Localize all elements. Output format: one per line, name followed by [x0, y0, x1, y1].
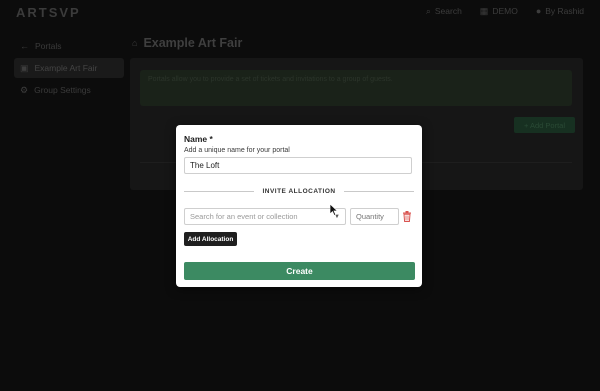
- sidebar-item-group-settings[interactable]: ⚙ Group Settings: [14, 80, 124, 100]
- divider-line: [343, 191, 415, 192]
- building-icon: ⌂: [132, 37, 138, 48]
- grid-icon: ▦: [479, 5, 489, 16]
- create-button[interactable]: Create: [184, 262, 415, 280]
- user-icon: ●: [535, 5, 542, 16]
- page-title-text: Example Art Fair: [143, 36, 243, 50]
- add-allocation-button[interactable]: Add Allocation: [184, 232, 237, 246]
- back-arrow-icon: ←: [20, 40, 29, 51]
- sidebar: ← Portals ▣ Example Art Fair ⚙ Group Set…: [14, 36, 124, 102]
- mouse-cursor-icon: [330, 204, 338, 216]
- create-portal-modal: Name * Add a unique name for your portal…: [176, 125, 422, 287]
- name-help-text: Add a unique name for your portal: [184, 147, 290, 154]
- sidebar-item-label: Portals: [35, 41, 62, 51]
- name-field[interactable]: [184, 157, 412, 174]
- demo-label: DEMO: [492, 6, 518, 16]
- section-divider: INVITE ALLOCATION: [184, 187, 415, 196]
- sidebar-item-example-art-fair[interactable]: ▣ Example Art Fair: [14, 58, 124, 78]
- search-icon: ⌕: [425, 5, 431, 16]
- top-bar: ARTSVP ⌕ Search ▦ DEMO ● By Rashid: [0, 0, 600, 24]
- event-collection-select[interactable]: Search for an event or collection ▼: [184, 208, 346, 225]
- name-label: Name *: [184, 134, 213, 144]
- divider-line: [184, 191, 255, 192]
- section-title: INVITE ALLOCATION: [262, 188, 336, 195]
- sidebar-item-label: Group Settings: [34, 85, 91, 95]
- search-label: Search: [434, 6, 462, 16]
- building-icon: ▣: [20, 62, 29, 73]
- user-label: By Rashid: [545, 6, 584, 16]
- select-placeholder: Search for an event or collection: [190, 212, 298, 221]
- add-portal-button[interactable]: + Add Portal: [514, 117, 575, 133]
- top-nav: ⌕ Search ▦ DEMO ● By Rashid: [426, 6, 584, 16]
- app-logo[interactable]: ARTSVP: [16, 5, 81, 20]
- quantity-field[interactable]: [350, 208, 399, 225]
- user-menu[interactable]: ● By Rashid: [536, 6, 584, 16]
- info-box: Portals allow you to provide a set of ti…: [140, 70, 572, 106]
- search-link[interactable]: ⌕ Search: [426, 6, 462, 16]
- trash-icon[interactable]: [402, 211, 412, 222]
- sidebar-item-label: Example Art Fair: [34, 63, 98, 73]
- demo-link[interactable]: ▦ DEMO: [480, 6, 518, 16]
- page-title: ⌂ Example Art Fair: [132, 36, 242, 50]
- sidebar-item-portals[interactable]: ← Portals: [14, 36, 124, 56]
- gear-icon: ⚙: [20, 84, 29, 95]
